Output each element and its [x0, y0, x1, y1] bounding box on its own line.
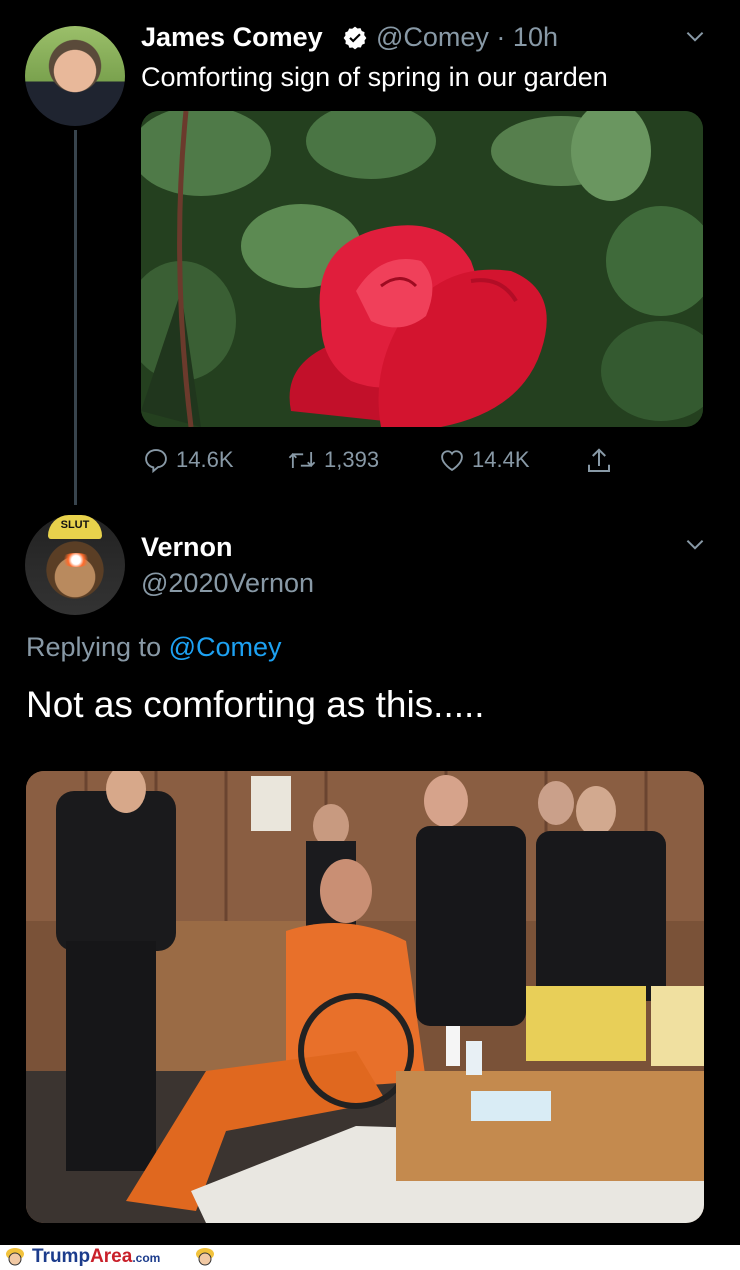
tweet-text: Comforting sign of spring in our garden: [141, 62, 608, 92]
replying-mention-link[interactable]: @Comey: [169, 632, 282, 662]
tweet-text: Not as comforting as this.....: [26, 684, 485, 725]
brand-suffix: .com: [132, 1251, 161, 1265]
brand-main: Trump: [32, 1246, 91, 1267]
chevron-down-icon[interactable]: [682, 24, 708, 50]
author-name[interactable]: Vernon: [141, 532, 233, 563]
author-handle[interactable]: @2020Vernon: [141, 568, 314, 599]
brand-name[interactable]: TrumpArea.com: [32, 1246, 160, 1268]
avatar-hat-text: SLUT: [60, 519, 90, 531]
avatar[interactable]: [25, 26, 125, 126]
heart-icon: [441, 450, 463, 472]
author-name[interactable]: James Comey: [141, 22, 323, 53]
reply-count: 14.6K: [176, 447, 234, 472]
like-count: 14.4K: [472, 447, 530, 472]
replying-to: Replying to @Comey: [26, 632, 282, 663]
brand-mascot-icon: [6, 1248, 24, 1266]
brand-mascot-icon: [196, 1248, 214, 1266]
reply-icon: [145, 449, 167, 474]
tweet-photo-courtroom[interactable]: [26, 771, 704, 1223]
chevron-down-icon[interactable]: [682, 532, 708, 558]
verified-badge-icon: [343, 26, 367, 50]
handle-and-time[interactable]: @Comey · 10h: [376, 22, 558, 53]
thread-connector-line: [74, 130, 77, 505]
share-action[interactable]: [584, 446, 614, 476]
tweet-photo-rose[interactable]: [141, 111, 703, 427]
like-action[interactable]: 14.4K: [438, 446, 530, 474]
reply-action[interactable]: 14.6K: [142, 446, 234, 474]
retweet-icon: [288, 452, 316, 468]
replying-prefix: Replying to: [26, 632, 162, 662]
courtroom-image: [26, 771, 704, 1223]
brand-accent: Area: [90, 1246, 133, 1267]
rose-image: [141, 111, 703, 427]
retweet-action[interactable]: 1,393: [286, 446, 379, 474]
retweet-count: 1,393: [324, 447, 380, 472]
share-icon: [588, 448, 610, 472]
avatar-eye-glow: [60, 553, 92, 567]
